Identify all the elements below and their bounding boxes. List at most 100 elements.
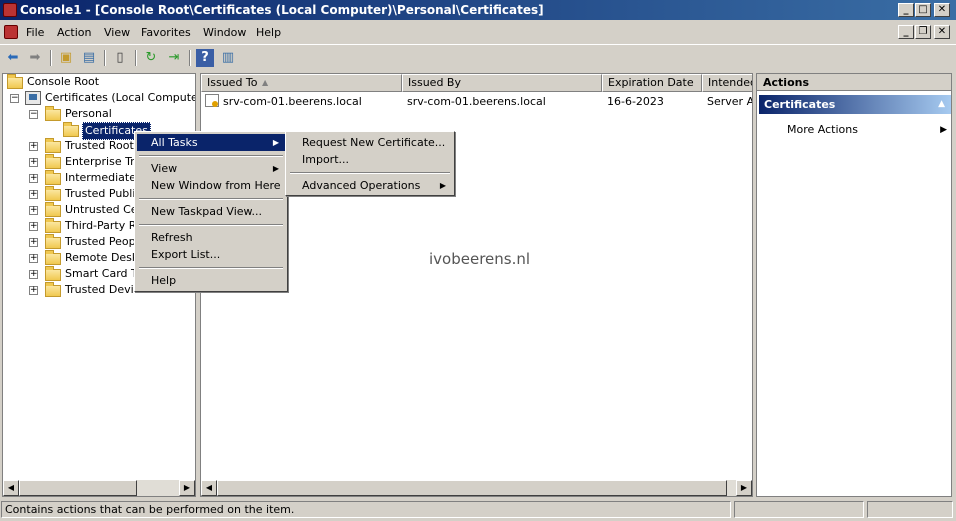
certificate-icon <box>205 94 219 107</box>
up-folder-icon[interactable]: ▣ <box>57 49 75 67</box>
folder-icon <box>45 202 61 217</box>
menu-help[interactable]: Help <box>256 26 281 39</box>
submenu-item-advanced-operations[interactable]: Advanced Operations ▶ <box>288 177 452 194</box>
tree-label: Third-Party Ro <box>65 219 143 232</box>
submenu-arrow-icon: ▶ <box>272 164 279 173</box>
all-tasks-submenu: Request New Certificate... Import... Adv… <box>285 131 455 196</box>
menu-separator <box>290 172 450 174</box>
expand-expander[interactable]: + <box>29 222 38 231</box>
menu-item-label: All Tasks <box>151 136 198 149</box>
close-button[interactable]: ✕ <box>934 3 950 17</box>
tree-label: Remote Deskt <box>65 251 143 264</box>
submenu-arrow-icon: ▶ <box>439 181 446 190</box>
tree-label: Trusted Publis <box>65 187 142 200</box>
minimize-button[interactable]: _ <box>898 3 914 17</box>
folder-icon <box>45 138 61 153</box>
properties-icon[interactable]: ▯ <box>111 49 129 67</box>
tree-label: Trusted Root C <box>65 139 145 152</box>
cell-issued-to: srv-com-01.beerens.local <box>223 95 362 108</box>
child-close-button[interactable]: ✕ <box>934 25 950 39</box>
context-menu-item-refresh[interactable]: Refresh <box>137 229 285 246</box>
menu-separator <box>139 155 283 157</box>
watermark-text: ivobeerens.nl <box>429 250 531 268</box>
list-horizontal-scrollbar[interactable]: ◀ ▶ <box>201 480 752 496</box>
forward-arrow-icon[interactable]: ➡ <box>26 49 44 67</box>
window-title: Console1 - [Console Root\Certificates (L… <box>20 3 544 17</box>
cell-expiration-date: 16-6-2023 <box>607 95 664 108</box>
collapse-expander[interactable]: − <box>29 110 38 119</box>
scroll-thumb[interactable] <box>217 480 727 496</box>
folder-icon <box>7 74 23 89</box>
show-hide-tree-icon[interactable]: ▤ <box>80 49 98 67</box>
expand-expander[interactable]: + <box>29 238 38 247</box>
column-header-issued-to[interactable]: Issued To ▲ <box>201 74 402 92</box>
context-menu-item-new-taskpad-view[interactable]: New Taskpad View... <box>137 203 285 220</box>
context-menu-item-help[interactable]: Help <box>137 272 285 289</box>
column-header-intended[interactable]: Intended <box>702 74 752 92</box>
context-menu-item-export-list[interactable]: Export List... <box>137 246 285 263</box>
refresh-icon[interactable]: ↻ <box>142 49 160 67</box>
folder-icon <box>45 154 61 169</box>
tree-item-console-root[interactable]: Console Root <box>5 74 193 90</box>
menu-item-label: Advanced Operations <box>302 179 421 192</box>
tree-label: Certificates (Local Computer) <box>45 91 196 104</box>
menu-action[interactable]: Action <box>57 26 91 39</box>
menu-view[interactable]: View <box>104 26 130 39</box>
title-bar[interactable]: Console1 - [Console Root\Certificates (L… <box>0 0 956 20</box>
status-bar: Contains actions that can be performed o… <box>0 499 956 521</box>
menu-window[interactable]: Window <box>203 26 246 39</box>
scroll-left-button[interactable]: ◀ <box>3 480 19 496</box>
actions-section-label: Certificates <box>764 98 836 111</box>
tree-item-personal[interactable]: − Personal <box>5 106 193 122</box>
expand-expander[interactable]: + <box>29 206 38 215</box>
collapse-icon[interactable]: ▲ <box>938 95 945 114</box>
help-icon[interactable]: ? <box>196 49 214 67</box>
scroll-left-button[interactable]: ◀ <box>201 480 217 496</box>
context-menu: All Tasks ▶ View ▶ New Window from Here … <box>134 131 288 292</box>
status-text: Contains actions that can be performed o… <box>1 501 731 518</box>
expand-expander[interactable]: + <box>29 286 38 295</box>
expand-expander[interactable]: + <box>29 158 38 167</box>
context-menu-item-view[interactable]: View ▶ <box>137 160 285 177</box>
collapse-expander[interactable]: − <box>10 94 19 103</box>
more-actions-item[interactable]: More Actions ▶ <box>787 122 947 138</box>
column-header-issued-by[interactable]: Issued By <box>402 74 602 92</box>
expand-expander[interactable]: + <box>29 254 38 263</box>
folder-icon <box>45 234 61 249</box>
submenu-item-import[interactable]: Import... <box>288 151 452 168</box>
cell-issued-by: srv-com-01.beerens.local <box>407 95 546 108</box>
column-header-expiration-date[interactable]: Expiration Date <box>602 74 702 92</box>
expand-expander[interactable]: + <box>29 174 38 183</box>
mmc-app-icon[interactable] <box>3 3 17 17</box>
status-panel <box>867 501 953 518</box>
menu-file[interactable]: File <box>26 26 44 39</box>
expand-expander[interactable]: + <box>29 142 38 151</box>
tree-horizontal-scrollbar[interactable]: ◀ ▶ <box>3 480 195 496</box>
actions-section-certificates[interactable]: Certificates ▲ <box>759 95 951 114</box>
child-minimize-button[interactable]: _ <box>898 25 914 39</box>
maximize-button[interactable]: □ <box>915 3 931 17</box>
menu-separator <box>139 198 283 200</box>
scroll-right-button[interactable]: ▶ <box>179 480 195 496</box>
back-arrow-icon[interactable]: ⬅ <box>4 49 22 67</box>
more-actions-label: More Actions <box>787 123 858 136</box>
scroll-right-button[interactable]: ▶ <box>736 480 752 496</box>
show-hide-action-pane-icon[interactable]: ▥ <box>219 49 237 67</box>
child-restore-button[interactable]: ❐ <box>915 25 931 39</box>
expand-expander[interactable]: + <box>29 190 38 199</box>
menu-favorites[interactable]: Favorites <box>141 26 191 39</box>
column-label: Issued To <box>207 76 258 89</box>
folder-icon <box>45 218 61 233</box>
tree-label: Personal <box>65 107 112 120</box>
context-menu-item-new-window[interactable]: New Window from Here <box>137 177 285 194</box>
tree-item-certificates-local-computer[interactable]: − Certificates (Local Computer) <box>5 90 196 106</box>
scroll-thumb[interactable] <box>19 480 137 496</box>
actions-header: Actions <box>757 74 951 91</box>
expand-expander[interactable]: + <box>29 270 38 279</box>
folder-icon <box>63 122 79 137</box>
export-icon[interactable]: ⇥ <box>165 49 183 67</box>
context-menu-item-all-tasks[interactable]: All Tasks ▶ <box>137 134 285 151</box>
folder-icon <box>45 186 61 201</box>
console-icon[interactable] <box>4 25 18 39</box>
submenu-item-request-new-certificate[interactable]: Request New Certificate... <box>288 134 452 151</box>
